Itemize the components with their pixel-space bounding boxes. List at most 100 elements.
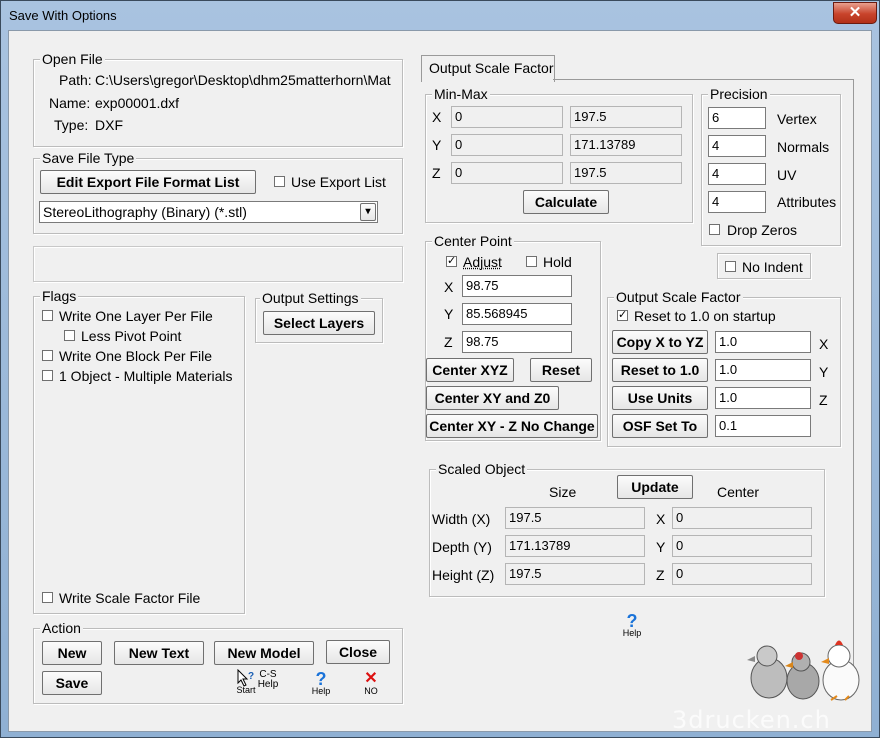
window-close-button[interactable]: ✕ bbox=[833, 2, 877, 24]
reset-startup-label: Reset to 1.0 on startup bbox=[634, 308, 776, 324]
new-button[interactable]: New bbox=[42, 641, 102, 665]
scaled-object-group: Scaled Object Size Update Center Width (… bbox=[429, 461, 825, 597]
open-file-label: Open File bbox=[40, 51, 105, 67]
normals-field[interactable]: 4 bbox=[708, 135, 766, 157]
minmax-y-label: Y bbox=[432, 137, 442, 153]
no-icon[interactable]: ✕ NO bbox=[360, 671, 382, 697]
cs-help-bottom-label: Help bbox=[257, 679, 279, 690]
center-label: Center bbox=[717, 484, 760, 500]
depth-label: Depth (Y) bbox=[432, 539, 492, 555]
hold-label: Hold bbox=[543, 254, 572, 270]
minmax-group: Min-Max X 0 197.5 Y 0 171.13789 Z 0 197.… bbox=[425, 86, 693, 223]
uv-field[interactable]: 4 bbox=[708, 163, 766, 185]
help-icon-right[interactable]: ? Help bbox=[620, 612, 644, 639]
attributes-label: Attributes bbox=[777, 194, 837, 210]
new-model-button[interactable]: New Model bbox=[214, 641, 314, 665]
open-file-group: Open File Path: C:\Users\gregor\Desktop\… bbox=[33, 51, 403, 147]
center-xy-z0-button[interactable]: Center XY and Z0 bbox=[426, 386, 559, 410]
center-xy-no-change-button[interactable]: Center XY - Z No Change bbox=[426, 414, 598, 438]
precision-label: Precision bbox=[708, 86, 770, 102]
osf-set-to-button[interactable]: OSF Set To bbox=[612, 414, 708, 438]
help-label: Help bbox=[311, 686, 331, 696]
no-label: NO bbox=[364, 686, 378, 696]
calculate-button[interactable]: Calculate bbox=[523, 190, 609, 214]
help-icon[interactable]: ? Help bbox=[309, 670, 333, 697]
center-z-field[interactable]: 98.75 bbox=[462, 331, 572, 353]
tab-output-scale-factor[interactable]: Output Scale Factor bbox=[421, 55, 555, 82]
adjust-label: Adjust bbox=[463, 254, 502, 270]
osf-z-field[interactable]: 1.0 bbox=[715, 387, 811, 409]
y-min-field[interactable]: 0 bbox=[451, 134, 563, 156]
width-field[interactable]: 197.5 bbox=[505, 507, 645, 529]
center-x-readout[interactable]: 0 bbox=[672, 507, 812, 529]
type-label: Type: bbox=[54, 117, 89, 133]
minmax-x-label: X bbox=[432, 109, 442, 125]
vertex-field[interactable]: 6 bbox=[708, 107, 766, 129]
hold-checkbox[interactable] bbox=[526, 256, 537, 267]
center-point-label: Center Point bbox=[432, 233, 514, 249]
cy-label: Y bbox=[656, 539, 666, 555]
osf-group: Output Scale Factor ✓ Reset to 1.0 on st… bbox=[607, 289, 841, 447]
one-object-materials-checkbox[interactable] bbox=[42, 370, 53, 381]
cx-label: X bbox=[656, 511, 666, 527]
cp-x-label: X bbox=[444, 279, 454, 295]
use-export-list-checkbox[interactable] bbox=[274, 176, 285, 187]
flags-label: Flags bbox=[40, 288, 79, 304]
vertex-label: Vertex bbox=[777, 111, 817, 127]
attributes-field[interactable]: 4 bbox=[708, 191, 766, 213]
write-one-layer-checkbox[interactable] bbox=[42, 310, 53, 321]
height-label: Height (Z) bbox=[432, 567, 495, 583]
copy-x-to-yz-button[interactable]: Copy X to YZ bbox=[612, 330, 708, 354]
center-x-field[interactable]: 98.75 bbox=[462, 275, 572, 297]
center-z-readout[interactable]: 0 bbox=[672, 563, 812, 585]
cp-y-label: Y bbox=[444, 306, 454, 322]
window-title: Save With Options bbox=[9, 8, 117, 23]
output-settings-label: Output Settings bbox=[260, 290, 361, 306]
center-y-readout[interactable]: 0 bbox=[672, 535, 812, 557]
select-layers-button[interactable]: Select Layers bbox=[263, 311, 375, 335]
update-button[interactable]: Update bbox=[617, 475, 693, 499]
drop-zeros-checkbox[interactable] bbox=[709, 224, 720, 235]
dialog-client: Open File Path: C:\Users\gregor\Desktop\… bbox=[8, 30, 872, 732]
z-max-field[interactable]: 197.5 bbox=[570, 162, 682, 184]
osf-z-label: Z bbox=[819, 392, 828, 408]
no-indent-checkbox[interactable] bbox=[725, 261, 736, 272]
height-field[interactable]: 197.5 bbox=[505, 563, 645, 585]
center-xyz-button[interactable]: Center XYZ bbox=[426, 358, 514, 382]
use-export-list-label: Use Export List bbox=[291, 174, 386, 190]
format-select[interactable]: StereoLithography (Binary) (*.stl) bbox=[39, 201, 378, 223]
output-settings-group: Output Settings Select Layers bbox=[255, 290, 383, 343]
osf-y-field[interactable]: 1.0 bbox=[715, 359, 811, 381]
center-point-group: Center Point ✓ Adjust Hold X 98.75 Y 85.… bbox=[425, 233, 601, 441]
reset-button[interactable]: Reset bbox=[530, 358, 592, 382]
reset-startup-checkbox[interactable]: ✓ bbox=[617, 310, 628, 321]
write-scale-factor-checkbox[interactable] bbox=[42, 592, 53, 603]
watermark: 3drucken.ch bbox=[672, 706, 831, 734]
save-file-type-group: Save File Type Edit Export File Format L… bbox=[33, 150, 403, 234]
title-bar: Save With Options ✕ bbox=[1, 1, 879, 31]
uv-label: UV bbox=[777, 167, 797, 183]
precision-group: Precision 6 Vertex 4 Normals 4 UV 4 Attr… bbox=[701, 86, 841, 246]
format-dropdown-arrow[interactable]: ▾ bbox=[360, 203, 376, 221]
close-button[interactable]: Close bbox=[326, 640, 390, 664]
osf-x-field[interactable]: 1.0 bbox=[715, 331, 811, 353]
x-max-field[interactable]: 197.5 bbox=[570, 106, 682, 128]
new-text-button[interactable]: New Text bbox=[114, 641, 204, 665]
less-pivot-checkbox[interactable] bbox=[64, 330, 75, 341]
osf-y-label: Y bbox=[819, 364, 829, 380]
write-one-block-checkbox[interactable] bbox=[42, 350, 53, 361]
save-button[interactable]: Save bbox=[42, 671, 102, 695]
reset-to-1-button[interactable]: Reset to 1.0 bbox=[612, 358, 708, 382]
use-units-button[interactable]: Use Units bbox=[612, 386, 708, 410]
x-min-field[interactable]: 0 bbox=[451, 106, 563, 128]
edit-export-format-button[interactable]: Edit Export File Format List bbox=[40, 170, 256, 194]
no-indent-box: No Indent bbox=[717, 253, 811, 279]
osf-set-field[interactable]: 0.1 bbox=[715, 415, 811, 437]
center-y-field[interactable]: 85.568945 bbox=[462, 303, 572, 325]
z-min-field[interactable]: 0 bbox=[451, 162, 563, 184]
start-label: Start bbox=[236, 685, 256, 695]
depth-field[interactable]: 171.13789 bbox=[505, 535, 645, 557]
start-cursor-icon[interactable]: ? Start bbox=[234, 668, 258, 697]
adjust-checkbox[interactable]: ✓ bbox=[446, 256, 457, 267]
y-max-field[interactable]: 171.13789 bbox=[570, 134, 682, 156]
